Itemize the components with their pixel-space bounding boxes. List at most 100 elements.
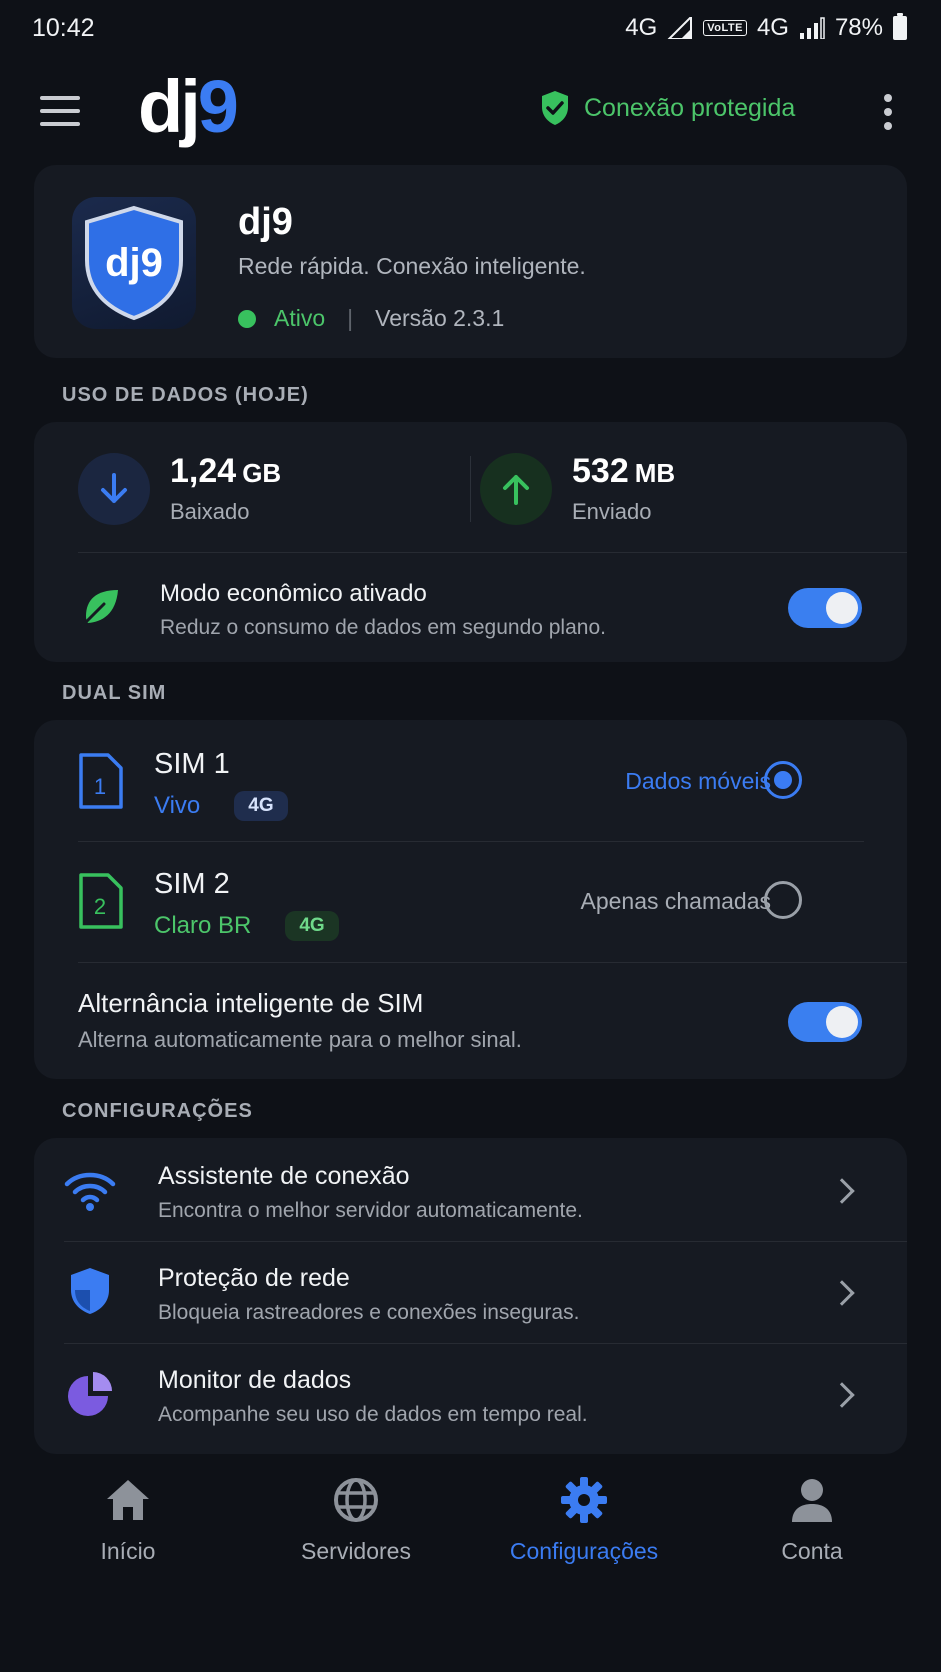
nav-label: Início: [100, 1538, 156, 1564]
sim-card-icon: 1: [79, 753, 123, 809]
svg-text:1: 1: [94, 774, 106, 799]
usage-divider: [470, 456, 471, 522]
clock: 10:42: [32, 14, 95, 42]
status-badge: Ativo: [274, 305, 326, 331]
upload-value: 532: [572, 452, 629, 490]
app-tagline: Rede rápida. Conexão inteligente.: [238, 253, 586, 279]
settings-item-title: Proteção de rede: [158, 1264, 350, 1292]
status-dot-icon: [238, 309, 256, 328]
chevron-right-icon: [829, 1280, 855, 1306]
connection-status-label: Conexão protegida: [584, 93, 796, 122]
signal-icon: [667, 17, 693, 39]
svg-text:dj9: dj9: [105, 241, 163, 285]
upload-label: Enviado: [572, 499, 652, 524]
upload-arrow-icon: [480, 452, 552, 525]
more-options-icon[interactable]: [883, 94, 893, 130]
eco-mode-subtitle: Reduz o consumo de dados em segundo plan…: [160, 616, 606, 639]
status-bar: 10:42 4G VoLTE 4G 78%: [0, 0, 941, 60]
network-type-2: 4G: [756, 14, 789, 41]
app-info-card: dj9 dj9 Rede rápida. Conexão inteligente…: [34, 165, 907, 358]
settings-item-connection-assistant[interactable]: Assistente de conexão Encontra o melhor …: [34, 1138, 907, 1240]
eco-mode-toggle[interactable]: [788, 588, 862, 628]
nav-label: Configurações: [509, 1538, 659, 1564]
sim-2-carrier: Claro BR: [154, 912, 252, 939]
smart-sim-toggle[interactable]: [788, 1002, 862, 1042]
sim-2-role: Apenas chamadas: [580, 888, 771, 914]
shield-icon: [71, 1268, 109, 1314]
download-stat: 1,24 GB Baixado: [78, 452, 281, 525]
app-shield-logo-icon: dj9: [85, 205, 183, 321]
sim-1-role: Dados móveis: [625, 768, 771, 794]
wifi-icon: [64, 1172, 116, 1211]
smart-sim-title: Alternância inteligente de SIM: [78, 988, 424, 1018]
smart-sim-text: Alternância inteligente de SIM Alterna a…: [78, 988, 522, 1053]
chevron-right-icon: [829, 1382, 855, 1408]
bottom-navigation: Início Servidores Configurações Conta: [0, 1456, 941, 1672]
globe-icon: [334, 1478, 378, 1522]
settings-item-subtitle: Acompanhe seu uso de dados em tempo real…: [158, 1403, 588, 1426]
sim-2-row[interactable]: 2 SIM 2 Claro BR 4G Apenas chamadas: [34, 842, 907, 962]
leaf-icon: [80, 590, 118, 628]
app-name: dj9: [238, 201, 293, 243]
nav-item-account[interactable]: Conta: [712, 1472, 912, 1565]
nav-item-servers[interactable]: Servidores: [256, 1472, 456, 1565]
settings-item-subtitle: Bloqueia rastreadores e conexões insegur…: [158, 1301, 580, 1324]
shield-check-icon: [542, 91, 568, 125]
sim-2-name: SIM 2: [154, 868, 230, 900]
menu-icon[interactable]: [40, 96, 80, 126]
download-value: 1,24: [170, 452, 237, 490]
settings-item-subtitle: Encontra o melhor servidor automaticamen…: [158, 1199, 583, 1222]
person-icon: [792, 1479, 832, 1522]
settings-item-title: Assistente de conexão: [158, 1162, 410, 1190]
app-logo: dj9: [138, 65, 239, 148]
pie-chart-icon: [68, 1372, 112, 1416]
download-arrow-icon: [78, 452, 150, 525]
sim-1-carrier: Vivo: [154, 792, 201, 819]
usage-row-divider: [78, 552, 907, 553]
settings-section-title: CONFIGURAÇÕES: [62, 1100, 253, 1122]
dual-sim-section-title: DUAL SIM: [62, 682, 167, 704]
settings-item-network-protection[interactable]: Proteção de rede Bloqueia rastreadores e…: [34, 1242, 907, 1344]
home-icon: [107, 1480, 149, 1520]
network-type-1: 4G: [625, 14, 658, 41]
svg-text:2: 2: [94, 894, 106, 919]
status-separator: |: [347, 305, 354, 331]
sim-1-row[interactable]: 1 SIM 1 Vivo 4G Dados móveis: [34, 720, 907, 840]
battery-icon: [893, 13, 907, 40]
battery-percent: 78%: [834, 14, 883, 41]
eco-mode-title: Modo econômico ativado: [160, 580, 427, 607]
sim-1-name: SIM 1: [154, 748, 230, 780]
usage-card: 1,24 GB Baixado 532 MB Enviado Modo econôm…: [34, 422, 907, 662]
nav-label: Conta: [781, 1538, 843, 1564]
nav-label: Servidores: [301, 1538, 411, 1564]
settings-item-title: Monitor de dados: [158, 1366, 352, 1394]
dual-sim-card: 1 SIM 1 Vivo 4G Dados móveis 2 SIM 2 Cla…: [34, 720, 907, 1079]
eco-mode-text: Modo econômico ativado Reduz o consumo d…: [160, 580, 606, 640]
sim-divider: [78, 962, 907, 963]
app-bar: dj9 Conexão protegida: [0, 60, 941, 170]
sim-2-radio[interactable]: [764, 881, 802, 919]
gear-icon: [561, 1477, 607, 1523]
download-unit: GB: [242, 458, 282, 488]
app-status-line: Ativo | Versão 2.3.1: [238, 305, 504, 332]
nav-item-home[interactable]: Início: [28, 1472, 228, 1565]
upload-stat: 532 MB Enviado: [480, 452, 675, 525]
settings-item-data-monitor[interactable]: Monitor de dados Acompanhe seu uso de da…: [34, 1344, 907, 1446]
chevron-right-icon: [829, 1178, 855, 1204]
sim-1-radio[interactable]: [764, 761, 802, 799]
sim-2-network-badge: 4G: [285, 911, 339, 941]
connection-status[interactable]: Conexão protegida: [540, 90, 795, 126]
settings-card: Assistente de conexão Encontra o melhor …: [34, 1138, 907, 1454]
upload-unit: MB: [634, 458, 676, 488]
download-label: Baixado: [170, 499, 250, 524]
usage-section-title: USO DE DADOS (HOJE): [62, 384, 309, 406]
app-icon: dj9: [72, 197, 196, 329]
smart-sim-subtitle: Alterna automaticamente para o melhor si…: [78, 1027, 522, 1052]
status-icons: 4G VoLTE 4G 78%: [625, 13, 907, 42]
app-version: Versão 2.3.1: [375, 305, 505, 331]
nav-item-settings[interactable]: Configurações: [484, 1472, 684, 1565]
signal-icon-2: [799, 17, 825, 39]
sim-card-icon: 2: [79, 873, 123, 929]
volte-badge: VoLTE: [703, 20, 747, 36]
sim-1-network-badge: 4G: [234, 791, 288, 821]
